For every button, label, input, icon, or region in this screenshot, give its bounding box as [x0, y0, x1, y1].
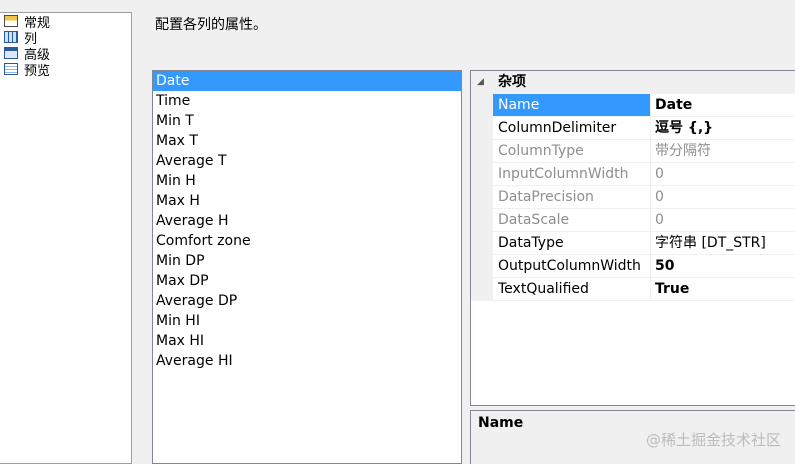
- column-list-item[interactable]: Average H: [153, 211, 461, 231]
- column-list-item[interactable]: Min H: [153, 171, 461, 191]
- collapse-triangle-icon[interactable]: ◢: [477, 71, 484, 94]
- column-list-item[interactable]: Min T: [153, 111, 461, 131]
- column-list-item[interactable]: Comfort zone: [153, 231, 461, 251]
- property-row-columntype[interactable]: ColumnType 带分隔符: [471, 140, 795, 163]
- property-gutter: [471, 94, 493, 117]
- property-value: 带分隔符: [651, 140, 795, 163]
- property-name[interactable]: DataType: [493, 232, 651, 255]
- property-name[interactable]: DataPrecision: [493, 186, 651, 209]
- advanced-icon: [4, 47, 18, 59]
- column-list-item[interactable]: Average T: [153, 151, 461, 171]
- nav-item-1[interactable]: 列: [0, 29, 131, 47]
- property-value[interactable]: 逗号 {,}: [651, 117, 795, 140]
- property-name[interactable]: DataScale: [493, 209, 651, 232]
- nav-item-0[interactable]: 常规: [0, 13, 131, 31]
- nav-item-2[interactable]: 高级: [0, 45, 131, 63]
- nav-item-label: 预览: [24, 63, 51, 79]
- property-row-dataprecision[interactable]: DataPrecision 0: [471, 186, 795, 209]
- property-name[interactable]: Name: [493, 94, 651, 117]
- property-gutter: [471, 278, 493, 301]
- property-name[interactable]: OutputColumnWidth: [493, 255, 651, 278]
- property-row-outputcolumnwidth[interactable]: OutputColumnWidth 50: [471, 255, 795, 278]
- column-list-item[interactable]: Min DP: [153, 251, 461, 271]
- property-gutter: [471, 209, 493, 232]
- property-value: 0: [651, 209, 795, 232]
- property-row-columndelimiter[interactable]: ColumnDelimiter 逗号 {,}: [471, 117, 795, 140]
- preview-icon: [4, 63, 18, 75]
- property-name[interactable]: InputColumnWidth: [493, 163, 651, 186]
- property-row-name[interactable]: Name Date: [471, 94, 795, 117]
- column-list-item[interactable]: Max H: [153, 191, 461, 211]
- column-list-item[interactable]: Time: [153, 91, 461, 111]
- page-navigation: 常规列高级 预览: [0, 12, 132, 464]
- property-value[interactable]: 字符串 [DT_STR]: [651, 232, 795, 255]
- columns-icon: [4, 31, 18, 43]
- property-name[interactable]: ColumnType: [493, 140, 651, 163]
- property-gutter: [471, 163, 493, 186]
- column-list-item[interactable]: Max T: [153, 131, 461, 151]
- column-list-item[interactable]: Max HI: [153, 331, 461, 351]
- nav-item-3[interactable]: 预览: [0, 61, 131, 79]
- property-gutter: [471, 255, 493, 278]
- column-list[interactable]: Date Time Min T Max T Average T Min H Max H Ave…: [152, 70, 462, 464]
- general-settings-icon: [4, 15, 18, 27]
- column-list-item[interactable]: Min HI: [153, 311, 461, 331]
- property-category-misc[interactable]: ◢ 杂项: [471, 71, 795, 94]
- watermark: @稀土掘金技术社区: [645, 431, 781, 449]
- column-list-item[interactable]: Max DP: [153, 271, 461, 291]
- property-value: 0: [651, 186, 795, 209]
- property-name[interactable]: TextQualified: [493, 278, 651, 301]
- property-value[interactable]: Date: [651, 94, 795, 117]
- property-gutter: [471, 186, 493, 209]
- page-description: 配置各列的属性。: [155, 17, 267, 33]
- property-row-datascale[interactable]: DataScale 0: [471, 209, 795, 232]
- property-gutter: [471, 117, 493, 140]
- property-gutter: [471, 232, 493, 255]
- property-name[interactable]: ColumnDelimiter: [493, 117, 651, 140]
- property-gutter: [471, 140, 493, 163]
- property-row-datatype[interactable]: DataType 字符串 [DT_STR]: [471, 232, 795, 255]
- column-list-item[interactable]: Average HI: [153, 351, 461, 371]
- column-list-item[interactable]: Average DP: [153, 291, 461, 311]
- property-value: 0: [651, 163, 795, 186]
- column-list-item[interactable]: Date: [153, 71, 461, 91]
- property-category-label: 杂项: [498, 74, 526, 90]
- property-value[interactable]: 50: [651, 255, 795, 278]
- property-description-title: Name: [478, 415, 524, 431]
- property-value[interactable]: True: [651, 278, 795, 301]
- property-row-inputcolumnwidth[interactable]: InputColumnWidth 0: [471, 163, 795, 186]
- property-row-textqualified[interactable]: TextQualified True: [471, 278, 795, 301]
- property-grid[interactable]: ◢ 杂项 Name Date ColumnDelimiter 逗号 {,} Column…: [470, 70, 795, 406]
